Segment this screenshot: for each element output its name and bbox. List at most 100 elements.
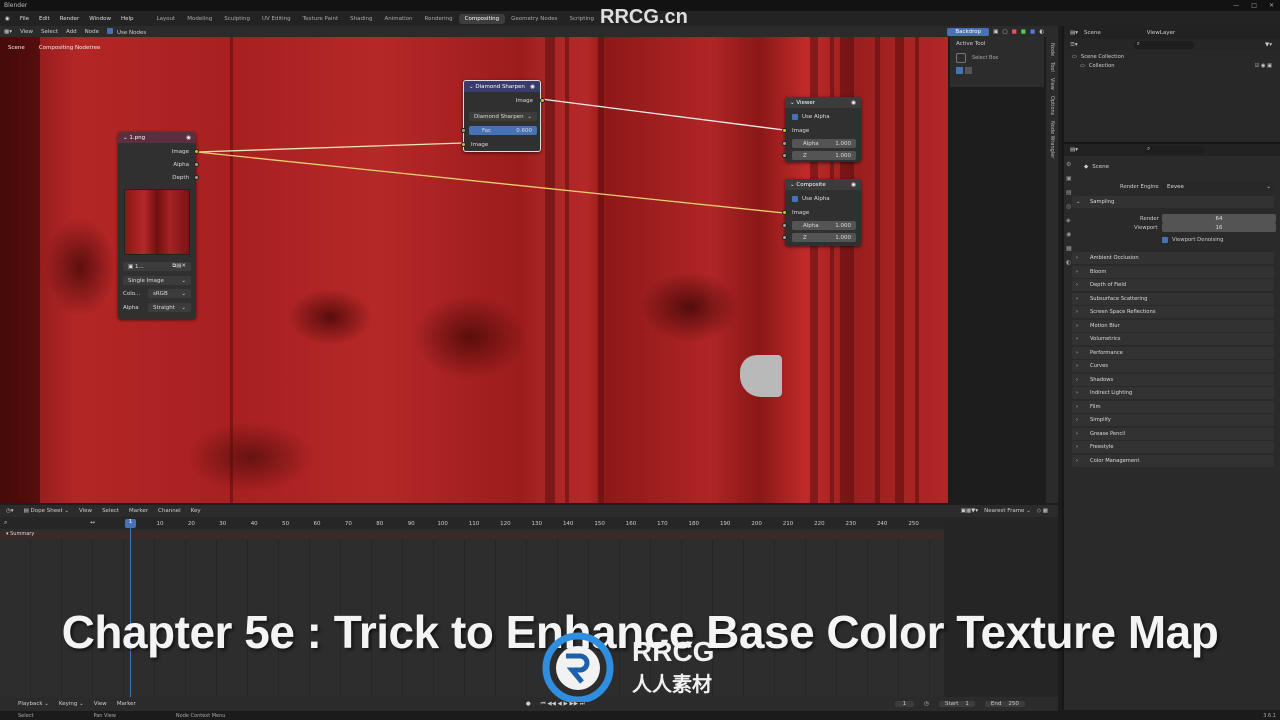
- sidebar-tab-view[interactable]: View: [1049, 78, 1055, 90]
- socket-image-in[interactable]: [782, 128, 787, 133]
- list-item[interactable]: ▭ Collection ☑ ◉ ▣: [1072, 61, 1272, 70]
- editor-type-icon[interactable]: ▤▾: [1070, 30, 1078, 36]
- menu-select[interactable]: Select: [102, 508, 119, 514]
- current-frame-indicator[interactable]: 1: [125, 519, 136, 528]
- image-node-header[interactable]: ⌄ 1.png ◉: [118, 132, 196, 143]
- clock-icon[interactable]: ◷: [924, 701, 929, 707]
- socket-image-out[interactable]: [540, 98, 545, 103]
- section-simplify[interactable]: › Simplify: [1072, 414, 1274, 426]
- socket-alpha-in[interactable]: [782, 223, 787, 228]
- menu-key[interactable]: Key: [191, 508, 201, 514]
- socket-fac-in[interactable]: [461, 128, 466, 133]
- menu-view[interactable]: View: [79, 508, 92, 514]
- z-field[interactable]: Z 1.000: [792, 151, 856, 160]
- section-ambient-occlusion[interactable]: › Ambient Occlusion: [1072, 252, 1274, 264]
- section-volumetrics[interactable]: › Volumetrics: [1072, 333, 1274, 345]
- image-node[interactable]: ⌄ 1.png ◉ Image Alpha Depth ▣ 1... ⧉▤✕ Sin…: [118, 132, 199, 319]
- section-shadows[interactable]: › Shadows: [1072, 373, 1274, 386]
- search-input[interactable]: ⌕: [1133, 40, 1194, 49]
- alpha-field[interactable]: Alpha 1.000: [792, 221, 856, 230]
- start-frame-field[interactable]: Start 1: [938, 701, 975, 707]
- preview-icon[interactable]: ◉: [851, 100, 856, 106]
- section-sampling[interactable]: ⌄ Sampling: [1072, 196, 1274, 208]
- sharpen-node-header[interactable]: ⌄ Diamond Sharpen ◉: [464, 81, 540, 92]
- render-engine-dropdown[interactable]: Eevee ⌄: [1162, 182, 1276, 191]
- sidebar-tab-options[interactable]: Options: [1049, 96, 1055, 115]
- z-field[interactable]: Z 1.000: [792, 233, 856, 242]
- menu-keying[interactable]: Keying ⌄: [59, 701, 84, 707]
- filter-icon[interactable]: ▼▾: [1265, 42, 1280, 48]
- menu-playback[interactable]: Playback ⌄: [18, 701, 49, 707]
- section-screen-space-reflections[interactable]: › Screen Space Reflections: [1072, 306, 1274, 318]
- select-mode-extend-icon[interactable]: [965, 67, 972, 74]
- socket-image-in[interactable]: [782, 210, 787, 215]
- view-layer-selector[interactable]: ViewLayer: [1147, 30, 1175, 36]
- summary-channel[interactable]: ▾ Summary: [0, 531, 1058, 539]
- socket-z-in[interactable]: [782, 153, 787, 158]
- only-selected-icon[interactable]: ↔: [90, 519, 95, 526]
- section-depth-of-field[interactable]: › Depth of Field: [1072, 279, 1274, 291]
- select-box-icon[interactable]: [956, 53, 966, 63]
- search-input[interactable]: ⌕: [1143, 146, 1204, 154]
- image-source-dropdown[interactable]: Single Image ⌄: [123, 276, 191, 285]
- visibility-icon[interactable]: ☑ ◉ ▣: [1255, 63, 1272, 69]
- section-grease-pencil[interactable]: › Grease Pencil: [1072, 427, 1274, 440]
- editor-type-icon[interactable]: ▤▾: [1070, 147, 1078, 153]
- file-browse-icon[interactable]: ⧉▤✕: [172, 263, 186, 270]
- menu-channel[interactable]: Channel: [158, 508, 181, 514]
- section-curves[interactable]: › Curves: [1072, 360, 1274, 372]
- image-datablock-selector[interactable]: ▣ 1... ⧉▤✕: [123, 262, 191, 271]
- viewer-node-header[interactable]: ⌄ Viewer ◉: [785, 97, 861, 108]
- diamond-sharpen-node[interactable]: ⌄ Diamond Sharpen ◉ Image Diamond Sharpen…: [461, 80, 545, 152]
- preview-icon[interactable]: ◉: [530, 84, 535, 90]
- section-freestyle[interactable]: › Freestyle: [1072, 441, 1274, 453]
- menu-marker[interactable]: Marker: [117, 701, 136, 707]
- socket-depth-out[interactable]: [194, 175, 199, 180]
- socket-image-out[interactable]: [194, 149, 199, 154]
- composite-node[interactable]: ⌄ Composite ◉ Use Alpha Image Alpha 1.000 …: [782, 179, 861, 246]
- composite-node-header[interactable]: ⌄ Composite ◉: [785, 179, 861, 190]
- color-space-dropdown[interactable]: sRGB ⌄: [148, 289, 191, 298]
- use-alpha-checkbox[interactable]: Use Alpha: [785, 193, 861, 204]
- snap-dropdown[interactable]: Nearest Frame ⌄: [984, 508, 1031, 514]
- render-samples-field[interactable]: 64: [1162, 214, 1276, 223]
- viewer-node[interactable]: ⌄ Viewer ◉ Use Alpha Image Alpha 1.000 Z 1.…: [782, 97, 861, 162]
- section-indirect-lighting[interactable]: › Indirect Lighting: [1072, 387, 1274, 399]
- socket-image-in[interactable]: [461, 142, 466, 147]
- viewport-denoising-checkbox[interactable]: Viewport Denoising: [1162, 237, 1223, 243]
- use-alpha-checkbox[interactable]: Use Alpha: [785, 111, 861, 122]
- select-mode-icon[interactable]: [956, 67, 963, 74]
- filter-type-dropdown[interactable]: Diamond Sharpen ⌄: [469, 112, 537, 121]
- preview-icon[interactable]: ◉: [851, 182, 856, 188]
- section-motion-blur[interactable]: › Motion Blur: [1072, 319, 1274, 332]
- socket-z-in[interactable]: [782, 235, 787, 240]
- display-mode-icon[interactable]: ☰▾: [1070, 42, 1078, 48]
- mode-dropdown[interactable]: ▤ Dope Sheet ⌄: [24, 508, 69, 514]
- sidebar-tab-node[interactable]: Node: [1049, 43, 1055, 56]
- scene-selector[interactable]: Scene: [1084, 30, 1101, 36]
- list-item[interactable]: ▭ Scene Collection: [1072, 52, 1272, 61]
- menu-view[interactable]: View: [94, 701, 107, 707]
- record-button[interactable]: ●: [526, 701, 531, 707]
- viewport-samples-field[interactable]: 16: [1162, 223, 1276, 232]
- current-frame-field[interactable]: 1: [894, 701, 915, 707]
- menu-marker[interactable]: Marker: [129, 508, 148, 514]
- alpha-field[interactable]: Alpha 1.000: [792, 139, 856, 148]
- sidebar-tab-node-wrangler[interactable]: Node Wrangler: [1049, 121, 1055, 158]
- section-bloom[interactable]: › Bloom: [1072, 265, 1274, 278]
- section-film[interactable]: › Film: [1072, 400, 1274, 413]
- socket-alpha-in[interactable]: [782, 141, 787, 146]
- end-frame-field[interactable]: End 250: [984, 701, 1025, 707]
- filter-icon[interactable]: ▣▦▼▾: [961, 508, 978, 514]
- fac-slider[interactable]: Fac 0.600: [469, 126, 537, 135]
- socket-alpha-out[interactable]: [194, 162, 199, 167]
- editor-type-icon[interactable]: ◷▾: [6, 508, 14, 514]
- section-subsurface-scattering[interactable]: › Subsurface Scattering: [1072, 292, 1274, 305]
- search-icon[interactable]: ⌕: [4, 519, 7, 527]
- section-performance[interactable]: › Performance: [1072, 346, 1274, 359]
- sidebar-tab-tool[interactable]: Tool: [1049, 62, 1055, 72]
- proportional-icon[interactable]: ◇ ▦: [1037, 508, 1048, 514]
- preview-icon[interactable]: ◉: [186, 135, 191, 141]
- section-color-management[interactable]: › Color Management: [1072, 454, 1274, 467]
- alpha-mode-dropdown[interactable]: Straight ⌄: [148, 303, 191, 312]
